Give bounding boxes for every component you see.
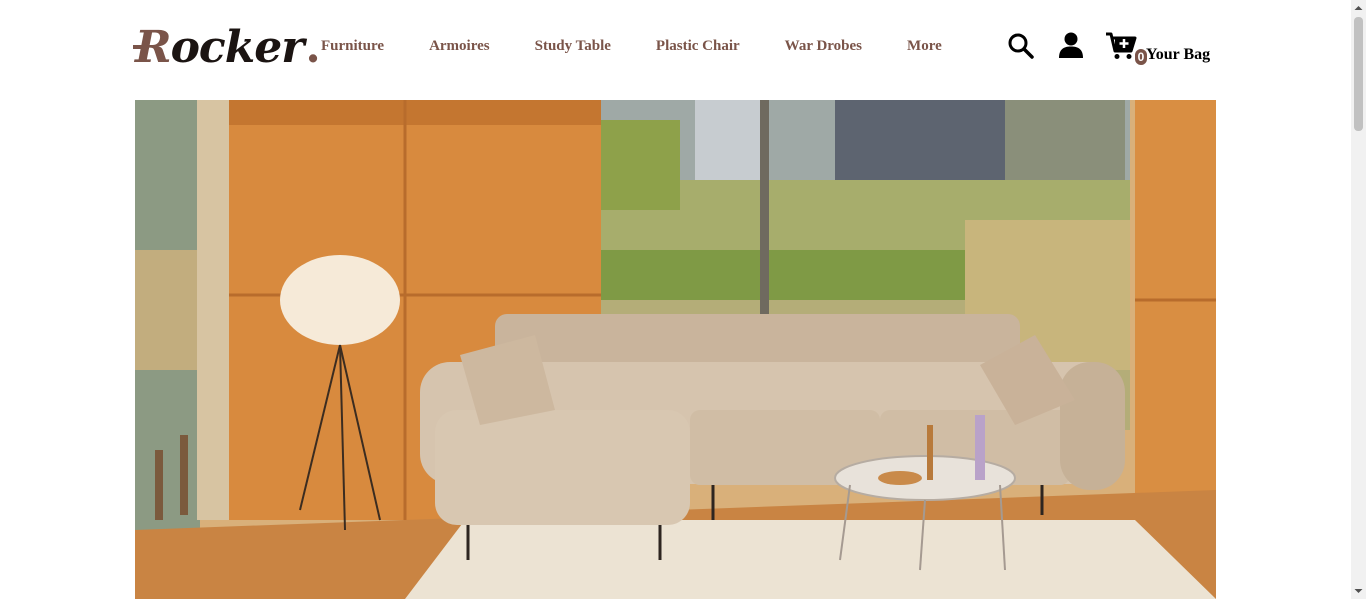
nav-armoires[interactable]: Armoires [429,38,490,55]
scroll-up-arrow-icon[interactable] [1351,2,1366,14]
main-nav: Furniture Armoires Study Table Plastic C… [321,38,942,55]
logo-initial: R [133,22,172,73]
nav-more[interactable]: More [907,38,942,55]
brand-logo[interactable]: Rocker. [133,20,321,76]
logo-wordmark: ocker [170,22,305,73]
nav-plastic-chair[interactable]: Plastic Chair [656,38,740,55]
scroll-down-arrow-icon[interactable] [1351,585,1366,597]
your-bag-link[interactable]: Your Bag [1146,46,1210,64]
user-icon[interactable] [1057,31,1085,59]
page-scrollbar[interactable] [1351,0,1366,599]
site-header: Rocker. Furniture Armoires Study Table P… [133,0,1216,100]
search-icon[interactable] [1007,32,1035,60]
nav-furniture[interactable]: Furniture [321,38,384,55]
hero-banner-image [135,100,1216,599]
nav-study-table[interactable]: Study Table [535,38,611,55]
scrollbar-thumb[interactable] [1354,17,1363,131]
logo-dot: . [305,22,321,73]
nav-war-drobes[interactable]: War Drobes [785,38,862,55]
